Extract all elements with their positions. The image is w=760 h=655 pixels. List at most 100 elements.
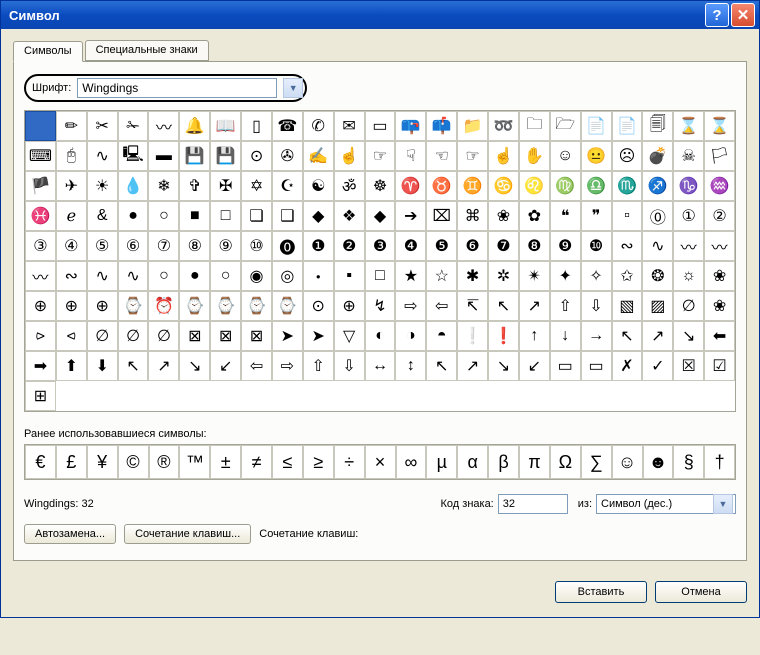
symbol-cell[interactable]: ❀ bbox=[704, 261, 735, 291]
symbol-cell[interactable]: ↗ bbox=[642, 321, 673, 351]
symbol-cell[interactable]: → bbox=[581, 321, 612, 351]
symbol-cell[interactable]: ↓ bbox=[550, 321, 581, 351]
font-dropdown-button[interactable]: ▼ bbox=[283, 78, 303, 98]
help-button[interactable]: ? bbox=[705, 3, 729, 27]
autocorrect-button[interactable]: Автозамена... bbox=[24, 524, 116, 544]
symbol-cell[interactable]: ⊕ bbox=[87, 291, 118, 321]
code-input[interactable] bbox=[498, 494, 568, 514]
symbol-cell[interactable]: ♍ bbox=[550, 171, 581, 201]
symbol-cell[interactable]: ∿ bbox=[642, 231, 673, 261]
symbol-cell[interactable]: ⇨ bbox=[272, 351, 303, 381]
recent-symbol-cell[interactable]: € bbox=[25, 445, 56, 479]
symbol-cell[interactable]: ❻ bbox=[457, 231, 488, 261]
font-select-input[interactable] bbox=[77, 78, 277, 98]
symbol-cell[interactable]: ∿ bbox=[87, 261, 118, 291]
symbol-cell[interactable]: ◉ bbox=[241, 261, 272, 291]
symbol-cell[interactable]: ♎ bbox=[581, 171, 612, 201]
symbol-cell[interactable]: 🏴 bbox=[25, 171, 56, 201]
symbol-cell[interactable]: ⑦ bbox=[148, 231, 179, 261]
symbol-cell[interactable]: ↔ bbox=[365, 351, 396, 381]
symbol-cell[interactable]: ⌧ bbox=[426, 201, 457, 231]
symbol-cell[interactable]: ✦ bbox=[550, 261, 581, 291]
symbol-cell[interactable]: ➔ bbox=[395, 201, 426, 231]
symbol-cell[interactable]: ◆ bbox=[365, 201, 396, 231]
symbol-cell[interactable]: ↖ bbox=[426, 351, 457, 381]
symbol-cell[interactable]: ☜ bbox=[426, 141, 457, 171]
close-button[interactable]: ✕ bbox=[731, 3, 755, 27]
tab-symbols[interactable]: Символы bbox=[13, 41, 83, 62]
symbol-cell[interactable]: ☯ bbox=[303, 171, 334, 201]
symbol-cell[interactable]: ∅ bbox=[87, 321, 118, 351]
symbol-cell[interactable]: ⇧ bbox=[550, 291, 581, 321]
symbol-cell[interactable]: ↙ bbox=[519, 351, 550, 381]
symbol-cell[interactable]: ➡ bbox=[25, 351, 56, 381]
symbol-cell[interactable]: 🏳 bbox=[704, 141, 735, 171]
symbol-cell[interactable]: ▭ bbox=[581, 351, 612, 381]
symbol-cell[interactable]: & bbox=[87, 201, 118, 231]
symbol-cell[interactable]: 🖳 bbox=[118, 141, 149, 171]
symbol-cell[interactable]: ⌚ bbox=[241, 291, 272, 321]
symbol-cell[interactable]: ▬ bbox=[148, 141, 179, 171]
recent-symbol-cell[interactable]: ☺ bbox=[612, 445, 643, 479]
symbol-cell[interactable]: ⑧ bbox=[179, 231, 210, 261]
recent-symbol-cell[interactable]: ≥ bbox=[303, 445, 334, 479]
symbol-cell[interactable]: ↑ bbox=[519, 321, 550, 351]
recent-symbol-cell[interactable]: ≠ bbox=[241, 445, 272, 479]
symbol-cell[interactable]: ⑩ bbox=[241, 231, 272, 261]
symbol-cell[interactable]: ▫ bbox=[612, 201, 643, 231]
symbol-cell[interactable]: ⌚ bbox=[118, 291, 149, 321]
symbol-cell[interactable]: 〰 bbox=[148, 111, 179, 141]
symbol-cell[interactable]: ◓ bbox=[426, 321, 457, 351]
symbol-cell[interactable]: ⪧ bbox=[25, 321, 56, 351]
symbol-cell[interactable]: 📄 bbox=[581, 111, 612, 141]
symbol-cell[interactable]: ❄ bbox=[148, 171, 179, 201]
symbol-cell[interactable]: ✠ bbox=[210, 171, 241, 201]
recent-symbol-cell[interactable]: × bbox=[365, 445, 396, 479]
symbol-cell[interactable]: ∅ bbox=[148, 321, 179, 351]
symbol-cell[interactable]: 💧 bbox=[118, 171, 149, 201]
symbol-cell[interactable]: ∅ bbox=[673, 291, 704, 321]
symbol-cell[interactable]: ⑥ bbox=[118, 231, 149, 261]
symbol-cell[interactable]: ✇ bbox=[272, 141, 303, 171]
symbol-cell[interactable]: ❸ bbox=[365, 231, 396, 261]
symbol-cell[interactable]: ℯ bbox=[56, 201, 87, 231]
symbol-cell[interactable]: ✏ bbox=[56, 111, 87, 141]
symbol-cell[interactable]: ↙ bbox=[210, 351, 241, 381]
symbol-cell[interactable]: ↘ bbox=[179, 351, 210, 381]
symbol-cell[interactable]: ❂ bbox=[642, 261, 673, 291]
symbol-cell[interactable]: ♈ bbox=[395, 171, 426, 201]
symbol-cell[interactable]: 〰 bbox=[673, 231, 704, 261]
symbol-cell[interactable]: ☸ bbox=[365, 171, 396, 201]
symbol-cell[interactable]: ⓪ bbox=[642, 201, 673, 231]
symbol-cell[interactable]: ♑ bbox=[673, 171, 704, 201]
symbol-cell[interactable]: 🗁 bbox=[550, 111, 581, 141]
symbol-cell[interactable]: ⊕ bbox=[334, 291, 365, 321]
recent-symbol-cell[interactable]: ÷ bbox=[334, 445, 365, 479]
recent-symbol-cell[interactable]: π bbox=[519, 445, 550, 479]
symbol-cell[interactable]: ➤ bbox=[303, 321, 334, 351]
symbol-cell[interactable]: ❝ bbox=[550, 201, 581, 231]
symbol-cell[interactable]: ⑨ bbox=[210, 231, 241, 261]
symbol-cell[interactable]: ● bbox=[179, 261, 210, 291]
symbol-cell[interactable]: ↗ bbox=[519, 291, 550, 321]
shortcut-button[interactable]: Сочетание клавиш... bbox=[124, 524, 251, 544]
recent-symbol-cell[interactable]: ± bbox=[210, 445, 241, 479]
recent-symbol-cell[interactable]: µ bbox=[426, 445, 457, 479]
symbol-cell[interactable]: ・ bbox=[303, 261, 334, 291]
symbol-cell[interactable]: ☞ bbox=[457, 141, 488, 171]
symbol-cell[interactable]: 📪 bbox=[395, 111, 426, 141]
symbol-cell[interactable]: ⇦ bbox=[426, 291, 457, 321]
symbol-cell[interactable]: ❾ bbox=[550, 231, 581, 261]
symbol-cell[interactable]: ❶ bbox=[303, 231, 334, 261]
symbol-cell[interactable]: ☝ bbox=[334, 141, 365, 171]
symbol-cell[interactable]: ⊞ bbox=[25, 381, 56, 411]
symbol-cell[interactable]: ❕ bbox=[457, 321, 488, 351]
symbol-cell[interactable]: ③ bbox=[25, 231, 56, 261]
symbol-cell[interactable]: ✆ bbox=[303, 111, 334, 141]
symbol-cell[interactable]: 〰 bbox=[704, 231, 735, 261]
symbol-cell[interactable]: ⌛ bbox=[673, 111, 704, 141]
symbol-cell[interactable]: ○ bbox=[210, 261, 241, 291]
recent-symbol-cell[interactable]: Ω bbox=[550, 445, 581, 479]
recent-symbol-cell[interactable]: α bbox=[457, 445, 488, 479]
symbol-cell[interactable]: ✲ bbox=[488, 261, 519, 291]
